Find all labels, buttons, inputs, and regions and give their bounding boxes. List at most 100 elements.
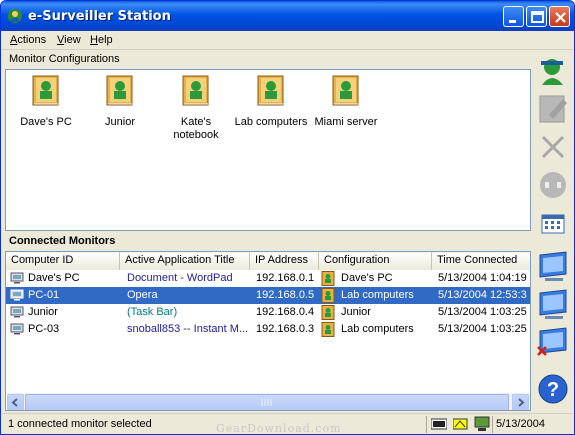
cell-computer-id: PC-01 — [28, 289, 60, 301]
delete-icon — [541, 135, 565, 159]
cell-configuration: Dave's PC — [341, 272, 393, 284]
menu-help[interactable]: Help — [90, 34, 113, 46]
config-label: Kate's notebook — [173, 116, 219, 141]
disconnect-monitor-button[interactable] — [535, 325, 571, 361]
config-label: Miami server — [314, 116, 378, 128]
table-row[interactable]: Junior (Task Bar) 192.168.0.4 Junior 5/1… — [6, 304, 530, 321]
cell-ip: 192.168.0.4 — [256, 306, 315, 318]
config-label: Dave's PC — [20, 116, 72, 128]
configs-section-label: Monitor Configurations — [9, 53, 120, 65]
cell-configuration: Lab computers — [341, 289, 414, 301]
cell-active-app: snoball853 -- Instant M... — [127, 323, 247, 335]
monitors-section-label: Connected Monitors — [9, 235, 116, 247]
configuration-book-icon — [321, 305, 335, 320]
status-separator — [426, 416, 427, 433]
cell-time-connected: 5/13/2004 12:53:3 — [438, 289, 527, 301]
close-icon — [555, 12, 566, 23]
maximize-button[interactable] — [526, 6, 547, 27]
config-item[interactable]: Lab computers — [232, 75, 310, 129]
scroll-thumb[interactable] — [25, 394, 509, 410]
menu-actions[interactable]: Actions — [10, 34, 46, 46]
status-separator — [492, 416, 493, 433]
status-date: 5/13/2004 — [496, 418, 545, 430]
horizontal-scrollbar[interactable] — [7, 393, 530, 410]
table-row-selected[interactable]: PC-01 Opera 192.168.0.5 Lab computers 5/… — [6, 287, 530, 304]
minimize-button[interactable] — [503, 6, 524, 27]
col-header-active-application[interactable]: Active Application Title — [120, 252, 250, 270]
cell-computer-id: PC-03 — [28, 323, 60, 335]
cell-ip: 192.168.0.5 — [256, 289, 315, 301]
help-button[interactable]: ? — [535, 371, 571, 407]
computer-icon — [10, 323, 24, 335]
table-row[interactable]: Dave's PC Document - WordPad 192.168.0.1… — [6, 270, 530, 287]
configuration-book-icon — [257, 75, 284, 106]
configuration-book-icon — [321, 271, 335, 286]
configuration-book-icon — [32, 75, 59, 106]
cell-computer-id: Dave's PC — [28, 272, 80, 284]
monitor-view-icon — [539, 289, 567, 319]
computer-icon — [10, 272, 24, 284]
configuration-book-icon — [182, 75, 209, 106]
chevron-left-icon — [11, 398, 18, 407]
menu-help-label: elp — [97, 34, 113, 46]
delete-button[interactable] — [535, 129, 571, 165]
panel-splitter[interactable] — [5, 231, 531, 234]
menu-actions-label: ctions — [17, 34, 47, 46]
grid-view-button[interactable] — [535, 207, 571, 243]
maximize-icon — [531, 11, 544, 23]
config-item[interactable]: Dave's PC — [8, 75, 84, 129]
status-text: 1 connected monitor selected — [8, 418, 152, 430]
config-item[interactable]: Kate's notebook — [158, 75, 234, 142]
cell-configuration: Junior — [341, 306, 371, 318]
add-configuration-button[interactable] — [535, 53, 571, 89]
config-item[interactable]: Miami server — [308, 75, 384, 129]
cell-active-app: Document - WordPad — [127, 272, 233, 284]
menu-view[interactable]: View — [57, 34, 81, 46]
monitor-view-button[interactable] — [535, 287, 571, 323]
computer-icon — [10, 306, 24, 318]
add-configuration-icon — [541, 59, 563, 85]
table-row[interactable]: PC-03 snoball853 -- Instant M... 192.168… — [6, 321, 530, 338]
cell-time-connected: 5/13/2004 1:03:25 — [438, 323, 527, 335]
config-item[interactable]: Junior — [82, 75, 158, 129]
view-monitor-button[interactable] — [535, 249, 571, 285]
scroll-grip-icon — [261, 399, 272, 406]
computer-icon — [10, 289, 24, 301]
scroll-right-button[interactable] — [512, 394, 529, 410]
close-button[interactable] — [549, 6, 570, 27]
app-window: e-Surveiller Station Actions View Help M… — [0, 0, 575, 435]
cell-configuration: Lab computers — [341, 323, 414, 335]
col-header-time-connected[interactable]: Time Connected — [432, 252, 530, 270]
config-label: Junior — [105, 116, 135, 128]
monitor-disconnect-icon — [537, 327, 567, 356]
help-icon: ? — [538, 374, 568, 404]
svg-text:?: ? — [547, 379, 559, 401]
cell-time-connected: 5/13/2004 1:04:19 — [438, 272, 527, 284]
col-header-computer-id[interactable]: Computer ID — [6, 252, 120, 270]
edit-configuration-icon — [539, 95, 567, 123]
scroll-left-button[interactable] — [7, 394, 24, 410]
cell-computer-id: Junior — [28, 306, 58, 318]
title-bar[interactable]: e-Surveiller Station — [1, 1, 574, 31]
cell-ip: 192.168.0.3 — [256, 323, 315, 335]
disconnect-button[interactable] — [535, 167, 571, 203]
table-header: Computer ID Active Application Title IP … — [6, 252, 530, 270]
menu-bar: Actions View Help — [2, 31, 573, 50]
col-header-ip-address[interactable]: IP Address — [250, 252, 319, 270]
configuration-book-icon — [106, 75, 133, 106]
config-label: Lab computers — [234, 116, 308, 128]
cell-ip: 192.168.0.1 — [256, 272, 315, 284]
chevron-right-icon — [518, 398, 525, 407]
cell-active-app: Opera — [127, 289, 158, 301]
configuration-book-icon — [321, 288, 335, 303]
cell-active-app: (Task Bar) — [127, 306, 178, 318]
minimize-icon — [509, 20, 516, 23]
col-header-configuration[interactable]: Configuration — [319, 252, 432, 270]
configuration-book-icon — [321, 322, 335, 337]
edit-configuration-button[interactable] — [535, 91, 571, 127]
window-title: e-Surveiller Station — [28, 9, 171, 24]
monitors-table: Computer ID Active Application Title IP … — [5, 251, 531, 411]
menu-view-label: iew — [64, 34, 81, 46]
grid-view-icon — [541, 214, 565, 234]
status-network-icon — [453, 418, 468, 430]
